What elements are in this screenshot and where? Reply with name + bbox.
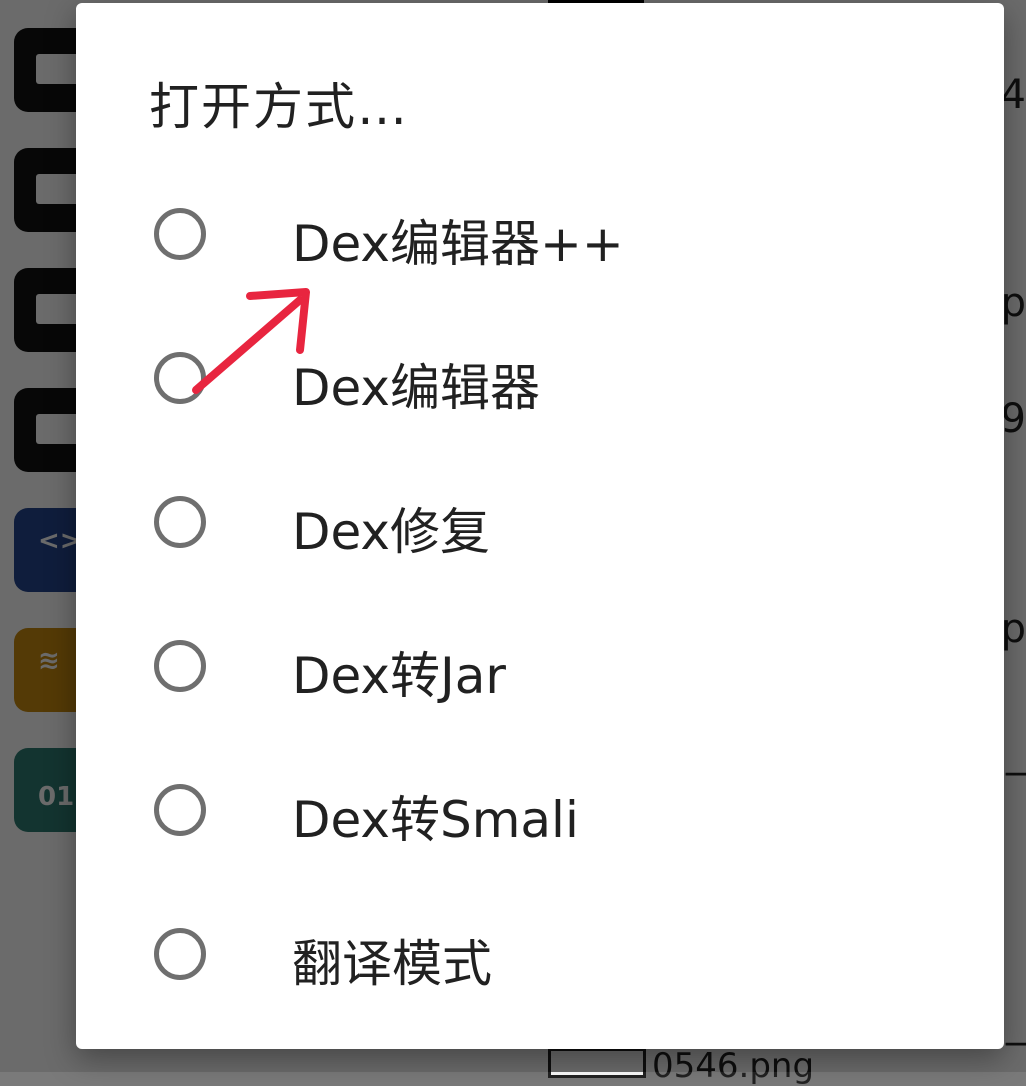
option-label: 翻译模式 bbox=[292, 935, 492, 993]
option-label: Dex转Jar bbox=[292, 647, 506, 705]
radio-button[interactable] bbox=[154, 928, 206, 980]
option-label: Dex编辑器 bbox=[292, 359, 540, 417]
option-label: Dex修复 bbox=[292, 503, 490, 561]
option-label: Dex转Smali bbox=[292, 791, 579, 849]
option-dex-editor-plus[interactable]: Dex编辑器++ bbox=[76, 176, 1004, 296]
radio-button[interactable] bbox=[154, 352, 206, 404]
option-dex-repair[interactable]: Dex修复 bbox=[76, 464, 1004, 584]
radio-button[interactable] bbox=[154, 208, 206, 260]
option-translate-mode[interactable]: 翻译模式 bbox=[76, 896, 1004, 1016]
radio-button[interactable] bbox=[154, 784, 206, 836]
radio-button[interactable] bbox=[154, 496, 206, 548]
option-label: Dex编辑器++ bbox=[292, 215, 624, 273]
option-dex-to-jar[interactable]: Dex转Jar bbox=[76, 608, 1004, 728]
radio-button[interactable] bbox=[154, 640, 206, 692]
option-dex-to-smali[interactable]: Dex转Smali bbox=[76, 752, 1004, 872]
option-dex-editor[interactable]: Dex编辑器 bbox=[76, 320, 1004, 440]
dialog-title: 打开方式… bbox=[149, 78, 409, 136]
open-with-dialog: 打开方式… Dex编辑器++ Dex编辑器 Dex修复 Dex转Jar Dex转… bbox=[76, 3, 1004, 1049]
